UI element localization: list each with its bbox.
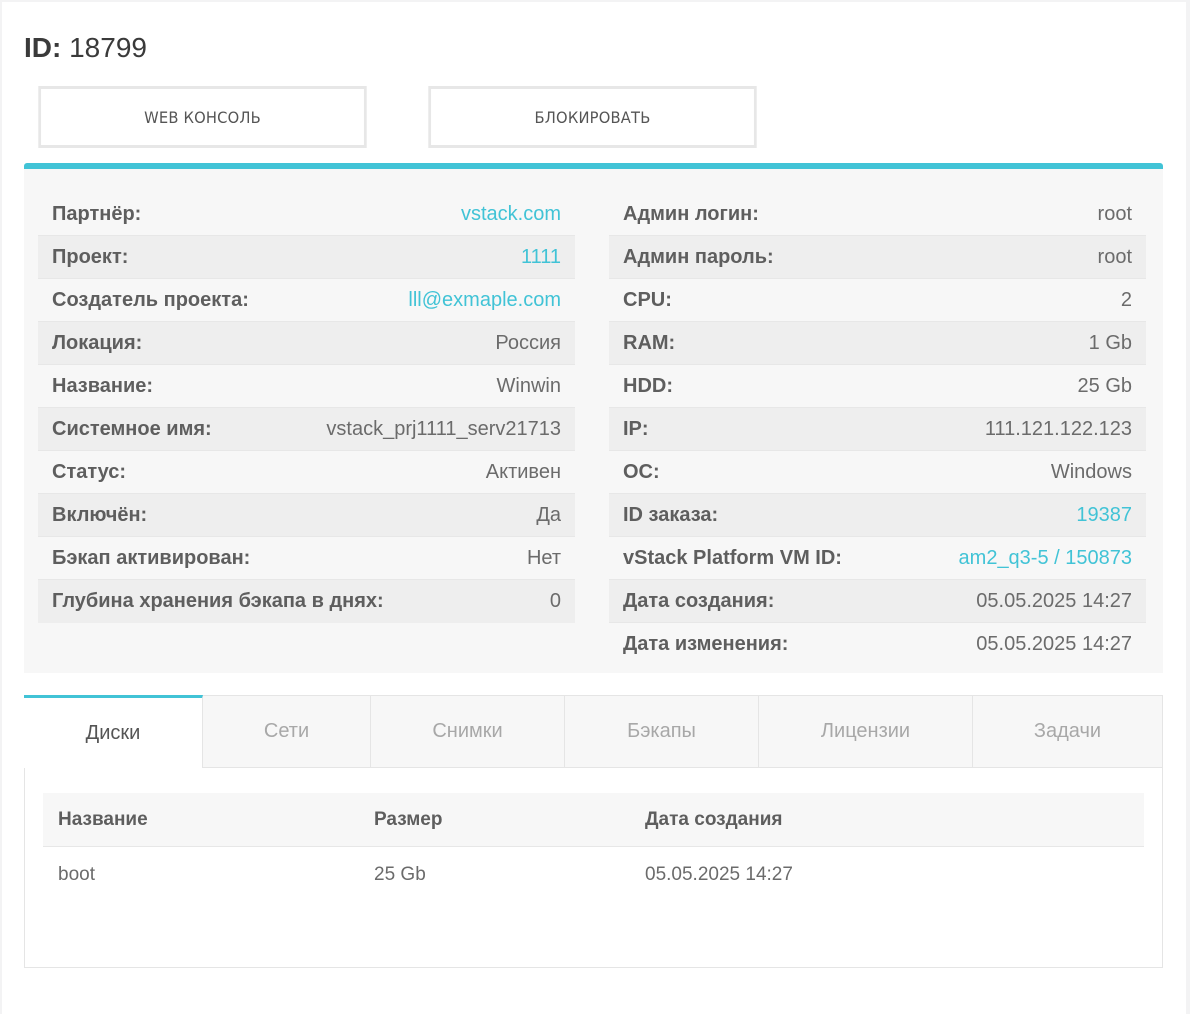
info-row: Партнёр: vstack.com bbox=[38, 193, 575, 236]
column-header-size: Размер bbox=[374, 808, 443, 830]
info-value: 25 Gb bbox=[1077, 374, 1132, 397]
info-label: Бэкап активирован: bbox=[52, 546, 251, 569]
info-value: 0 bbox=[549, 590, 561, 612]
info-label: Глубина хранения бэкапа в днях: bbox=[52, 590, 384, 612]
info-label: Админ логин: bbox=[623, 202, 759, 225]
cell-disk-created: 05.05.2025 14:27 bbox=[645, 864, 793, 885]
info-label: Локация: bbox=[52, 331, 143, 354]
info-value: Да bbox=[536, 503, 561, 526]
info-value: 2 bbox=[1120, 288, 1132, 311]
info-row: Создатель проекта: lll@exmaple.com bbox=[38, 279, 575, 322]
info-value: Нет bbox=[526, 546, 561, 569]
tab-disks[interactable]: Диски bbox=[24, 695, 203, 768]
info-row: Системное имя: vstack_prj1111_serv21713 bbox=[38, 408, 575, 451]
info-value-link[interactable]: lll@exmaple.com bbox=[408, 289, 561, 312]
info-label: Дата создания: bbox=[623, 589, 775, 612]
info-row: CPU: 2 bbox=[609, 279, 1146, 322]
info-value: Активен bbox=[485, 460, 561, 483]
info-row: Дата создания: 05.05.2025 14:27 bbox=[609, 580, 1146, 623]
info-label: Название: bbox=[52, 374, 154, 397]
tab-licenses[interactable]: Лицензии bbox=[759, 695, 973, 768]
info-row: Бэкап активирован: Нет bbox=[38, 537, 575, 580]
info-value-link[interactable]: 1111 bbox=[521, 246, 561, 269]
info-row: Проект: 1111 bbox=[38, 236, 575, 279]
page: ID: 18799 WEB КОНСОЛЬ БЛОКИРОВАТЬ Партнё… bbox=[2, 2, 1186, 1014]
tab-snapshots[interactable]: Снимки bbox=[371, 695, 565, 768]
info-value: Россия bbox=[495, 331, 561, 354]
info-value: 05.05.2025 14:27 bbox=[976, 633, 1132, 655]
info-row: Название: Winwin bbox=[38, 365, 575, 408]
info-row: Админ логин: root bbox=[609, 193, 1146, 236]
info-panel: Партнёр: vstack.com Проект: 1111 Создатель п… bbox=[24, 163, 1163, 673]
table-row[interactable]: boot 25 Gb 05.05.2025 14:27 bbox=[43, 847, 1144, 903]
cell-disk-name: boot bbox=[58, 864, 95, 885]
info-row: Локация: Россия bbox=[38, 322, 575, 365]
info-row: Админ пароль: root bbox=[609, 236, 1146, 279]
disks-table: Название Размер Дата создания boot 25 Gb… bbox=[43, 793, 1144, 903]
info-label: CPU: bbox=[623, 288, 672, 311]
info-label: vStack Platform VM ID: bbox=[623, 546, 842, 569]
tab-backups[interactable]: Бэкапы bbox=[565, 695, 759, 768]
info-label: IP: bbox=[623, 417, 649, 440]
info-row: Дата изменения: 05.05.2025 14:27 bbox=[609, 623, 1146, 666]
info-value: vstack_prj1111_serv21713 bbox=[326, 417, 561, 440]
page-title: ID: 18799 bbox=[24, 32, 147, 64]
info-left-column: Партнёр: vstack.com Проект: 1111 Создатель п… bbox=[38, 193, 575, 623]
info-row: vStack Platform VM ID: am2_q3-5 / 150873 bbox=[609, 537, 1146, 580]
info-value-link[interactable]: 19387 bbox=[1076, 504, 1132, 527]
info-row: HDD: 25 Gb bbox=[609, 365, 1146, 408]
info-row: ОС: Windows bbox=[609, 451, 1146, 494]
info-label: Создатель проекта: bbox=[52, 288, 249, 311]
tab-panel-disks: Название Размер Дата создания boot 25 Gb… bbox=[24, 768, 1163, 968]
info-label: Включён: bbox=[52, 503, 148, 526]
info-row: ID заказа: 19387 bbox=[609, 494, 1146, 537]
info-value: 1 Gb bbox=[1088, 331, 1132, 354]
info-value: 111.121.122.123 bbox=[984, 417, 1132, 440]
info-value: root bbox=[1097, 202, 1132, 225]
id-label: ID: bbox=[24, 32, 62, 63]
column-header-created: Дата создания bbox=[645, 808, 783, 830]
info-label: Статус: bbox=[52, 460, 127, 483]
info-label: Системное имя: bbox=[52, 417, 212, 440]
info-value-link[interactable]: vstack.com bbox=[461, 203, 561, 226]
tab-networks[interactable]: Сети bbox=[203, 695, 371, 768]
id-value: 18799 bbox=[69, 32, 147, 63]
tabs-bar: Диски Сети Снимки Бэкапы Лицензии Задачи bbox=[24, 695, 1163, 768]
table-header: Название Размер Дата создания bbox=[43, 793, 1144, 847]
info-label: HDD: bbox=[623, 374, 673, 397]
info-label: Проект: bbox=[52, 245, 129, 268]
info-value: 05.05.2025 14:27 bbox=[976, 589, 1132, 612]
info-row: Глубина хранения бэкапа в днях: 0 bbox=[38, 580, 575, 623]
info-row: Включён: Да bbox=[38, 494, 575, 537]
info-label: Админ пароль: bbox=[623, 245, 774, 268]
info-row: Статус: Активен bbox=[38, 451, 575, 494]
column-header-name: Название bbox=[58, 808, 148, 830]
info-label: ОС: bbox=[623, 460, 660, 483]
cell-disk-size: 25 Gb bbox=[374, 864, 426, 885]
info-label: ID заказа: bbox=[623, 503, 719, 526]
info-value: Winwin bbox=[496, 374, 561, 397]
tab-tasks[interactable]: Задачи bbox=[973, 695, 1163, 768]
info-row: RAM: 1 Gb bbox=[609, 322, 1146, 365]
info-label: Дата изменения: bbox=[623, 633, 789, 655]
info-label: Партнёр: bbox=[52, 202, 142, 225]
info-value: root bbox=[1097, 245, 1132, 268]
info-value-link[interactable]: am2_q3-5 / 150873 bbox=[959, 547, 1132, 570]
block-button[interactable]: БЛОКИРОВАТЬ bbox=[428, 86, 757, 148]
info-label: RAM: bbox=[623, 331, 676, 354]
info-row: IP: 111.121.122.123 bbox=[609, 408, 1146, 451]
info-right-column: Админ логин: root Админ пароль: root CPU: 2 RA… bbox=[609, 193, 1146, 666]
web-console-button[interactable]: WEB КОНСОЛЬ bbox=[38, 86, 367, 148]
info-value: Windows bbox=[1050, 460, 1132, 483]
